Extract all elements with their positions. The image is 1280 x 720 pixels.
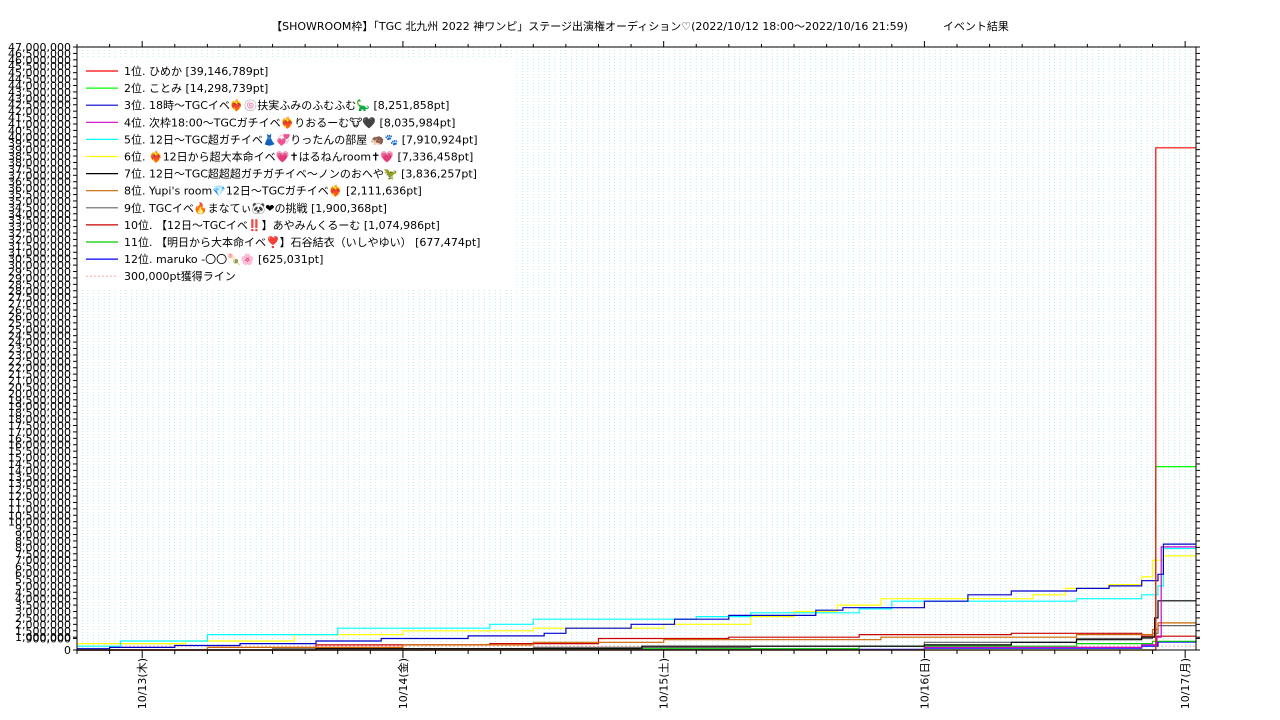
x-tick-label: 10/16(日)	[918, 658, 931, 709]
legend-label: 8位. Yupi's room💎12日〜TGCガチイベ❤️‍🔥 [2,111,6…	[124, 184, 422, 198]
legend-label: 7位. 12日〜TGC超超超ガチガチイベ〜ノンのおへや🦖 [3,836,257p…	[124, 167, 477, 181]
x-tick-label: 10/15(土)	[658, 658, 671, 709]
legend-label: 11位. 【明日から大本命イベ❣️】石谷結衣（いしやゆい） [677,474pt…	[124, 235, 480, 249]
legend-label: 10位. 【12日〜TGCイベ‼️】あやみんくるーむ [1,074,986pt]	[124, 218, 440, 232]
line-chart: 0900,0001,000,0001,500,0002,000,0002,500…	[8, 41, 1200, 709]
legend-label-threshold: 300,000pt獲得ライン	[124, 270, 236, 283]
x-tick-label: 10/14(金)	[396, 658, 410, 709]
legend-label: 5位. 12日〜TGC超ガチイベ👗💞りったんの部屋 🦔🐾 [7,910,924p…	[124, 132, 478, 146]
x-tick-label: 10/17(月)	[1179, 658, 1192, 709]
legend-label: 1位. ひめか [39,146,789pt]	[124, 64, 268, 78]
legend-label: 9位. TGCイベ🔥まなてぃ🐼❤の挑戦 [1,900,368pt]	[124, 201, 387, 215]
y-tick-label: 0	[64, 644, 71, 657]
legend-label: 3位. 18時〜TGCイベ❤️‍🔥🍥扶実ふみのふむふむ🦕 [8,251,858p…	[124, 98, 449, 112]
y-tick-label: 47,000,000	[8, 41, 71, 54]
legend-label: 2位. ことみ [14,298,739pt]	[124, 81, 268, 95]
x-tick-label: 10/13(木)	[136, 658, 149, 709]
legend-label: 6位. ❤️‍🔥12日から超大本命イベ💗✝はるねんroom✝💗 [7,336,4…	[124, 150, 473, 164]
legend: 1位. ひめか [39,146,789pt] 2位. ことみ [14,298,73…	[82, 58, 514, 290]
legend-label: 12位. maruko -〇〇🍡🌸 [625,031pt]	[124, 252, 323, 266]
legend-label: 4位. 次枠18:00〜TGCガチイベ❤️‍🔥りおるーむ🐮🖤 [8,035,98…	[124, 115, 455, 129]
